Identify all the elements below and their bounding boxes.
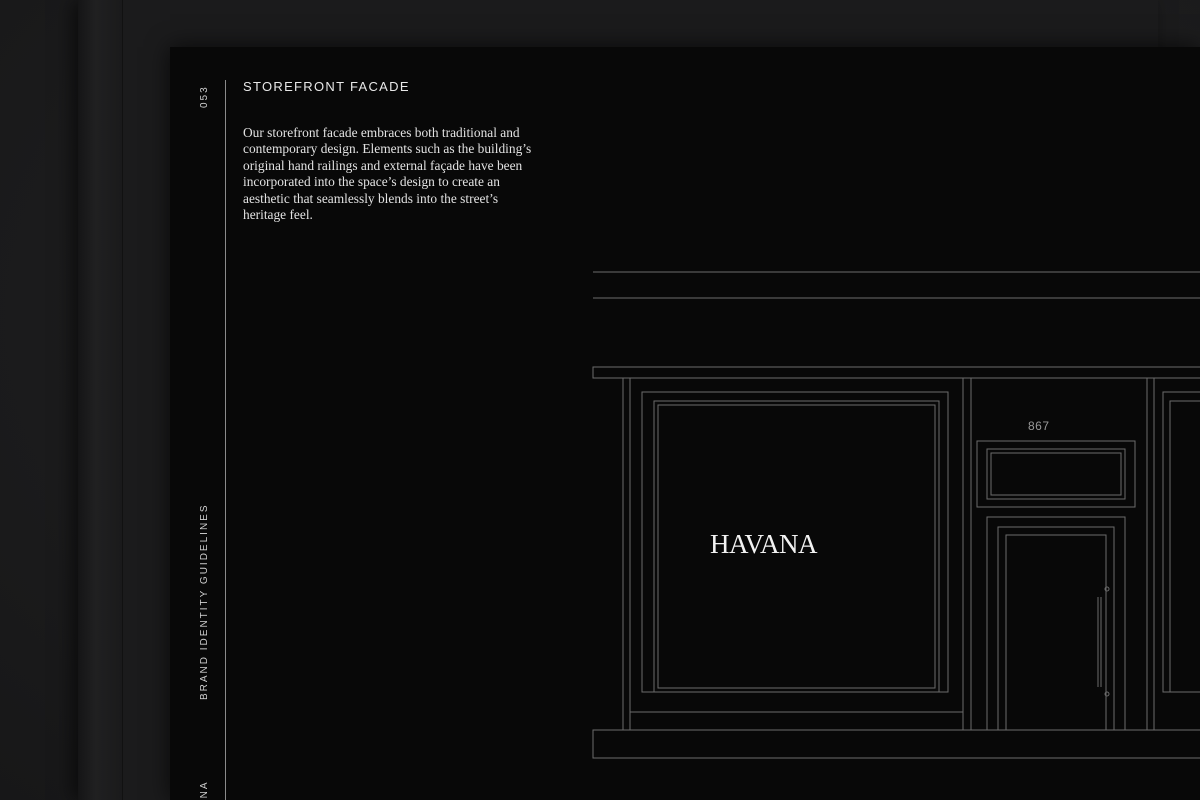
guideline-page: 053 BRAND IDENTITY GUIDELINES ANA STOREF… [170,47,1200,800]
plinth-base [592,729,1200,759]
section-title: STOREFRONT FACADE [243,79,410,94]
side-divider-line [225,80,226,800]
transom-inner [986,448,1126,500]
right-window-frame [1169,400,1200,693]
running-header: BRAND IDENTITY GUIDELINES [199,503,210,700]
storefront-sign-logo: HAVANA [710,529,818,559]
door-frame [986,516,1126,731]
page-number: 053 [199,85,210,108]
transom-glass [990,452,1122,496]
street-number: 867 [1028,419,1050,433]
brand-label-partial: ANA [199,780,210,800]
body-paragraph: Our storefront facade embraces both trad… [243,125,532,223]
door-panel [997,526,1115,731]
storefront-facade-drawing [592,271,1200,759]
binder-spine [78,0,123,800]
sign-band [592,366,1200,379]
right-window-outer [1162,391,1200,693]
door-inset [1005,534,1107,731]
transom-outer [976,440,1136,508]
